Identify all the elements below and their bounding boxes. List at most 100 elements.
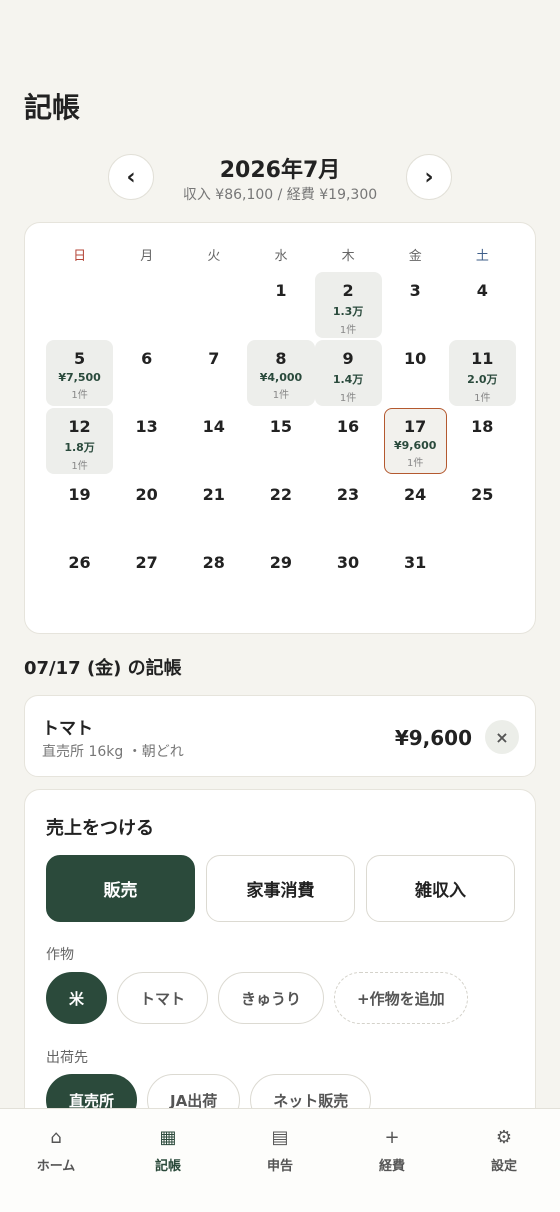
month-title: 2026年7月 xyxy=(219,158,341,183)
income-type-button[interactable]: 販売 xyxy=(46,855,195,922)
weekday-label: 月 xyxy=(140,249,154,264)
day-count: 1件 xyxy=(474,393,491,404)
tab-home[interactable]: ⌂ ホーム xyxy=(0,1109,112,1212)
calendar-day-cell[interactable]: 12 1.8万 1件 xyxy=(46,407,114,475)
crop-chip[interactable]: トマト xyxy=(117,972,209,1024)
calendar-day-cell[interactable]: 24 xyxy=(382,475,449,543)
calendar-day-cell[interactable]: 31 xyxy=(382,543,449,611)
chevron-right-icon: › xyxy=(424,164,434,190)
weekday-label: 木 xyxy=(341,249,355,264)
calendar-card: 日月火水木金土 1 2 1.3万 1件 3 4 5 ¥7,500 1件 6 7 8 ¥4,000 1件 9 1… xyxy=(24,222,536,634)
tab-label: 設定 xyxy=(490,1159,517,1174)
empty-cell xyxy=(113,271,180,339)
calendar-day-cell[interactable]: 3 xyxy=(382,271,449,339)
add-crop-button[interactable]: +作物を追加 xyxy=(334,972,468,1024)
empty-cell xyxy=(180,271,247,339)
day-amount: 1.4万 xyxy=(332,373,364,386)
weekday-header: 日月火水木金土 xyxy=(46,245,516,265)
calendar-day-cell[interactable]: 30 xyxy=(315,543,382,611)
calendar-day-cell[interactable]: 14 xyxy=(180,407,247,475)
bottom-tab-bar: ⌂ ホーム ▦ 記帳 ▤ 申告 + 経費 ⚙ 設定 xyxy=(0,1108,560,1212)
calendar-day-cell[interactable]: 1 xyxy=(247,271,314,339)
calendar-day-cell[interactable]: 16 xyxy=(315,407,382,475)
month-navigator: ‹ 2026年7月 収入 ¥86,100 / 経費 ¥19,300 › xyxy=(108,152,452,203)
crop-selector: 米トマト きゅうり +作物を追加 xyxy=(46,972,468,1024)
day-number: 29 xyxy=(269,553,293,572)
calendar-day-cell[interactable]: 27 xyxy=(113,543,180,611)
calendar-day-cell[interactable]: 23 xyxy=(315,475,382,543)
calendar-day-cell[interactable]: 25 xyxy=(449,475,516,543)
income-type-button[interactable]: 家事消費 xyxy=(206,855,355,922)
day-amount: 1.3万 xyxy=(332,305,364,318)
day-number: 28 xyxy=(202,553,225,572)
day-number: 6 xyxy=(141,349,153,368)
calendar-day-cell[interactable]: 18 xyxy=(449,407,516,475)
entry-card[interactable]: トマト 直売所 16kg ・朝どれ ¥9,600 × xyxy=(24,695,536,777)
selected-day-title: 07/17 (金) の記帳 xyxy=(24,658,182,679)
next-month-button[interactable]: › xyxy=(406,154,452,200)
tab-label: 経費 xyxy=(378,1159,405,1174)
day-number: 21 xyxy=(202,485,225,504)
crop-chip[interactable]: 米 xyxy=(46,972,108,1024)
day-number: 7 xyxy=(208,349,220,368)
tab-gear[interactable]: ⚙ 設定 xyxy=(448,1109,560,1212)
day-number: 30 xyxy=(336,553,360,572)
crop-chip[interactable]: きゅうり xyxy=(218,972,325,1024)
calendar-day-cell[interactable]: 4 xyxy=(449,271,516,339)
entry-amount: ¥9,600 xyxy=(394,726,472,750)
tab-calendar-grid[interactable]: ▦ 記帳 xyxy=(112,1109,224,1212)
calendar-day-cell[interactable]: 10 xyxy=(382,339,449,407)
calendar-day-cell[interactable]: 5 ¥7,500 1件 xyxy=(46,339,114,407)
day-number: 2 xyxy=(342,281,354,300)
day-number: 27 xyxy=(135,553,158,572)
tab-document[interactable]: ▤ 申告 xyxy=(224,1109,336,1212)
month-summary: 収入 ¥86,100 / 経費 ¥19,300 xyxy=(182,187,378,203)
entry-crop-name: トマト xyxy=(42,719,93,739)
entry-detail: 直売所 16kg ・朝どれ xyxy=(42,744,184,760)
calendar-day-cell[interactable]: 11 2.0万 1件 xyxy=(448,339,517,407)
day-number: 10 xyxy=(404,349,427,368)
tab-plus[interactable]: + 経費 xyxy=(336,1109,448,1212)
day-amount: ¥4,000 xyxy=(259,371,303,384)
day-count: 1件 xyxy=(71,390,88,401)
page-title: 記帳 xyxy=(24,91,81,124)
tab-label: 申告 xyxy=(266,1159,293,1174)
calendar-day-cell[interactable]: 28 xyxy=(180,543,247,611)
calendar-day-cell[interactable]: 19 xyxy=(46,475,113,543)
calendar-day-cell[interactable]: 2 1.3万 1件 xyxy=(314,271,382,339)
calendar-day-cell[interactable]: 6 xyxy=(113,339,180,407)
weekday-label: 水 xyxy=(274,249,288,264)
day-amount: ¥9,600 xyxy=(393,439,437,452)
tab-label: 記帳 xyxy=(154,1159,181,1174)
calendar-day-cell[interactable]: 22 xyxy=(247,475,314,543)
income-type-selector: 販売 家事消費 雑収入 xyxy=(46,855,515,922)
calendar-day-cell[interactable]: 17 ¥9,600 1件 xyxy=(382,407,449,475)
calendar-day-cell[interactable]: 7 xyxy=(180,339,247,407)
delete-entry-button[interactable]: × xyxy=(485,720,519,754)
day-amount: 1.8万 xyxy=(64,441,95,454)
day-number: 31 xyxy=(404,553,427,572)
calendar-day-cell[interactable]: 20 xyxy=(113,475,180,543)
calendar-day-cell[interactable]: 13 xyxy=(113,407,180,475)
calendar-day-cell[interactable]: 9 1.4万 1件 xyxy=(314,339,382,407)
day-number: 24 xyxy=(404,485,427,504)
day-number: 22 xyxy=(269,485,293,504)
calendar-day-cell[interactable]: 26 xyxy=(46,543,113,611)
day-number: 4 xyxy=(476,281,488,300)
destination-label: 出荷先 xyxy=(46,1050,88,1066)
weekday-label: 金 xyxy=(408,249,422,264)
empty-cell xyxy=(46,271,113,339)
calendar-day-cell[interactable]: 15 xyxy=(247,407,314,475)
income-type-button[interactable]: 雑収入 xyxy=(366,855,515,922)
day-number: 14 xyxy=(202,417,225,436)
day-number: 11 xyxy=(471,349,494,368)
calendar-day-cell[interactable]: 21 xyxy=(180,475,247,543)
close-icon: × xyxy=(495,727,509,747)
day-number: 5 xyxy=(73,349,86,368)
calendar-day-cell[interactable]: 8 ¥4,000 1件 xyxy=(247,339,315,407)
crop-label: 作物 xyxy=(46,947,74,963)
day-number: 20 xyxy=(135,485,158,504)
day-count: 1件 xyxy=(407,458,424,469)
day-number: 25 xyxy=(471,485,494,504)
calendar-day-cell[interactable]: 29 xyxy=(247,543,314,611)
